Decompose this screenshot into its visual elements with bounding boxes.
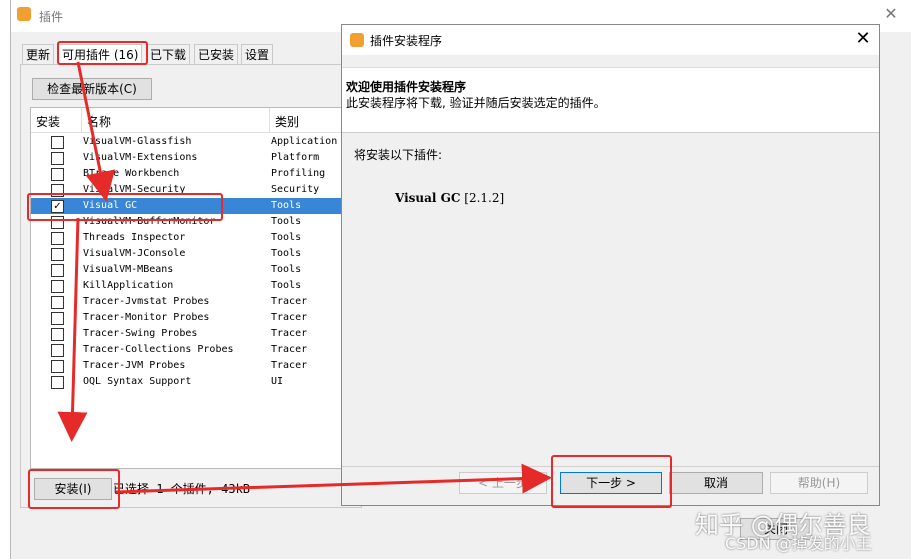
watermark-csdn: CSDN @掉发的小王 xyxy=(725,534,872,553)
arrow-row-to-install xyxy=(57,217,88,442)
arrow-tab-to-row xyxy=(76,61,116,202)
arrow-install-to-next xyxy=(115,463,552,494)
annotation-arrows xyxy=(57,61,552,494)
